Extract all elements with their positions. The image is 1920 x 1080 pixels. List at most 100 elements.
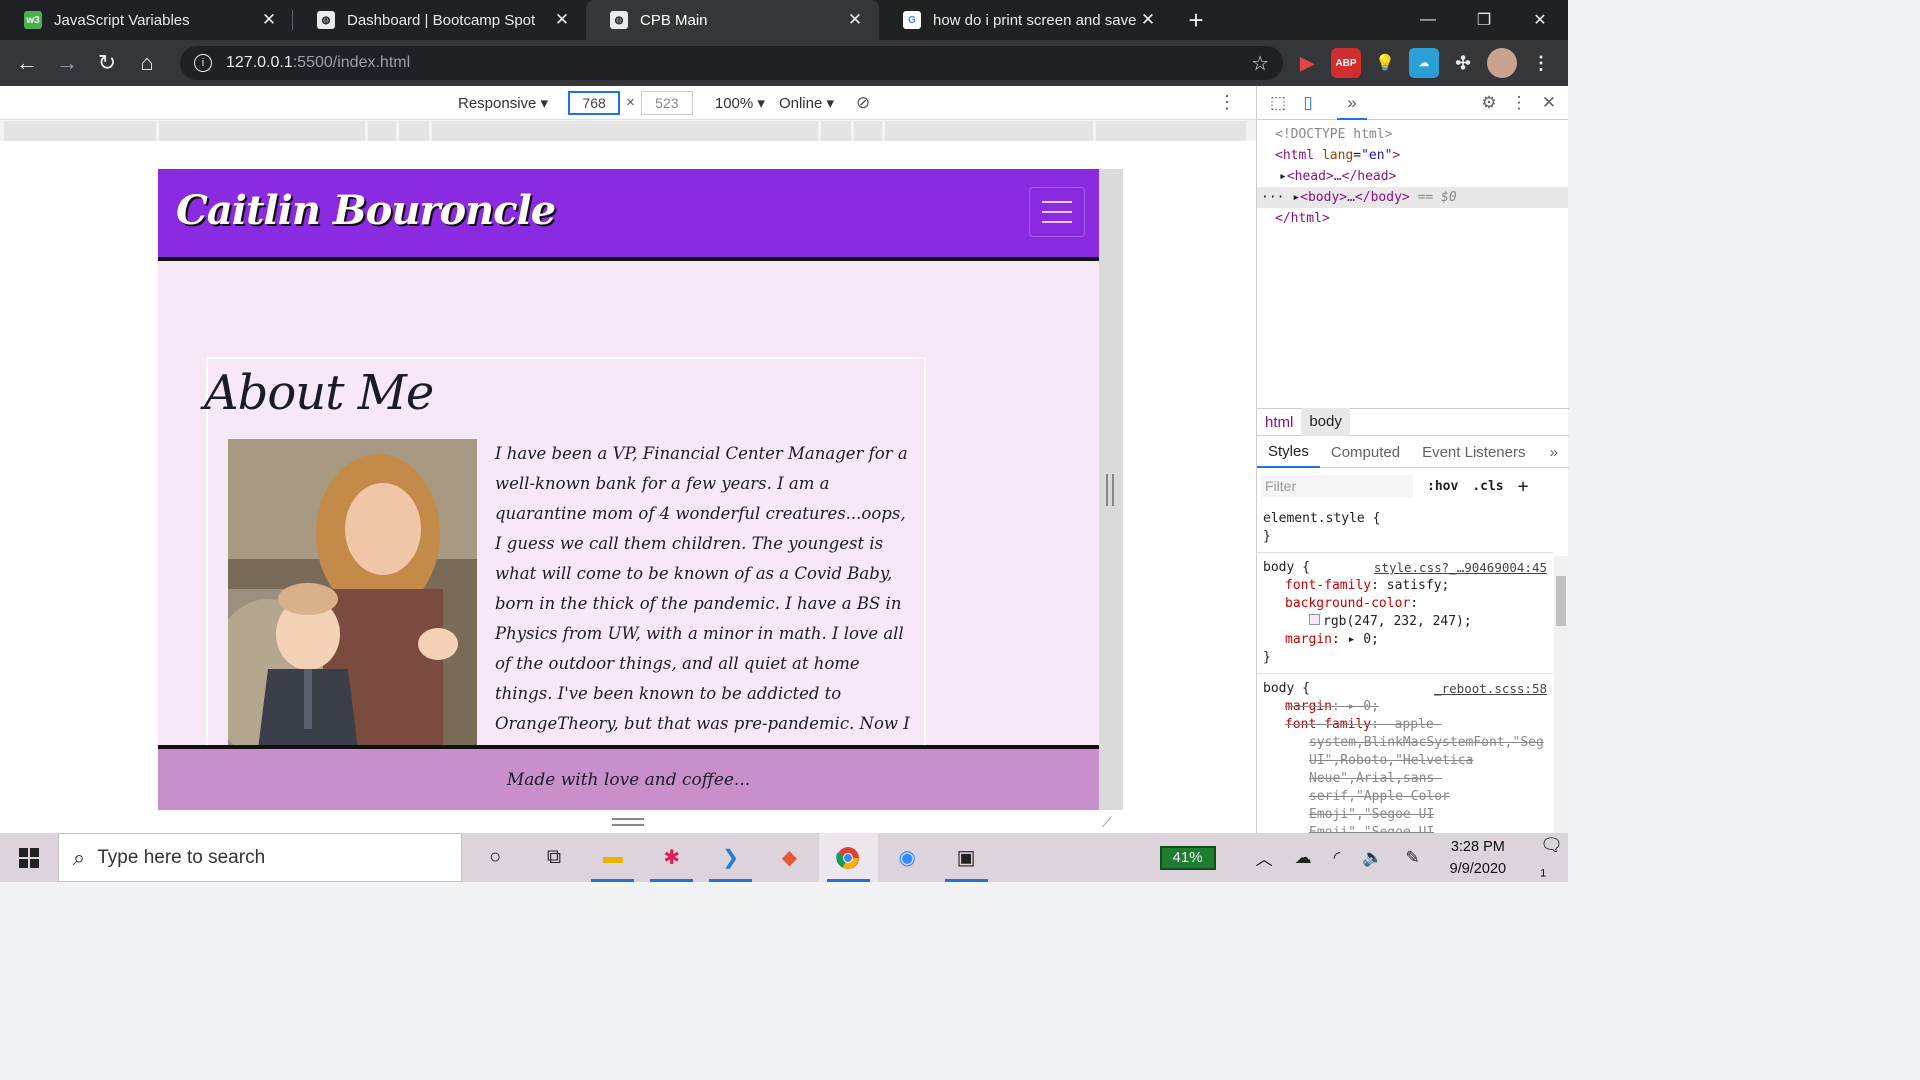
tab-title: Dashboard | Bootcamp Spot (347, 11, 536, 29)
devtools-menu-icon[interactable]: ⋮ (1504, 93, 1534, 113)
viewport-height-input[interactable]: 523 (640, 90, 693, 115)
inspect-element-icon[interactable]: ⬚ (1263, 93, 1293, 113)
close-window-icon[interactable]: ✕ (1512, 0, 1568, 40)
rotate-icon[interactable]: ⊘ (856, 93, 870, 113)
dom-head-node[interactable]: ▸<head>…</head> (1257, 166, 1568, 187)
styles-filter-row: Filter :hov .cls + (1261, 474, 1561, 498)
viewport-width-input[interactable]: 768 (568, 90, 621, 115)
breadcrumb-body[interactable]: body (1301, 408, 1350, 436)
site-info-icon[interactable]: i (194, 54, 212, 72)
element-style-rule[interactable]: element.style { } (1257, 504, 1553, 553)
device-mode-select[interactable]: Responsive ▾ (458, 94, 548, 112)
tab-computed[interactable]: Computed (1320, 444, 1411, 461)
style-source-link[interactable]: style.css?_…90469004:45 (1374, 559, 1547, 577)
corner-resize-icon[interactable]: ⟋ (1102, 814, 1112, 831)
close-tab-icon[interactable]: ✕ (552, 10, 572, 30)
taskbar-search-box[interactable]: ⌕ Type here to search (57, 833, 462, 882)
color-swatch[interactable] (1309, 614, 1320, 625)
tab-google-search[interactable]: G how do i print screen and save to ✕ (879, 0, 1172, 40)
home-icon[interactable]: ⌂ (128, 44, 166, 82)
restore-icon[interactable]: ❐ (1456, 0, 1512, 40)
globe-icon: ◍ (317, 11, 335, 29)
new-tab-icon[interactable]: + (1176, 0, 1216, 40)
volume-icon[interactable]: 🔈 (1362, 848, 1383, 868)
onedrive-cloud-icon[interactable]: ☁ (1295, 848, 1312, 868)
settings-gear-icon[interactable]: ⚙ (1474, 93, 1504, 113)
cortana-icon[interactable]: ○ (466, 833, 525, 882)
show-hidden-icons-chevron-icon[interactable]: ︿ (1256, 845, 1273, 870)
dom-html-close[interactable]: </html> (1257, 208, 1568, 229)
search-placeholder: Type here to search (97, 846, 266, 868)
tab-cpb-main[interactable]: ◍ CPB Main ✕ (586, 0, 879, 40)
windows-start-icon[interactable] (0, 833, 58, 882)
about-title: About Me (204, 365, 434, 421)
close-devtools-icon[interactable]: ✕ (1534, 93, 1564, 113)
more-panels-icon[interactable]: » (1337, 86, 1367, 120)
dom-body-node[interactable]: ··· ▸<body>…</body> == $0 (1257, 187, 1568, 208)
add-rule-icon[interactable]: + (1518, 476, 1529, 497)
wifi-icon[interactable]: ◜ (1334, 848, 1341, 868)
media-query-bar[interactable] (4, 121, 1254, 141)
reload-icon[interactable]: ↻ (88, 44, 126, 82)
search-icon: ⌕ (72, 844, 86, 870)
devtools-toolbar: ⬚ ▯ » ⚙ ⋮ ✕ (1257, 86, 1568, 120)
sourcetree-icon[interactable]: ◆ (760, 833, 819, 882)
tab-event-listeners[interactable]: Event Listeners (1411, 444, 1536, 461)
tab-styles[interactable]: Styles (1257, 438, 1320, 468)
styles-subtabs: Styles Computed Event Listeners » (1257, 438, 1569, 468)
tab-strip: w3 JavaScript Variables ✕ ◍ Dashboard | … (0, 0, 1568, 40)
cls-toggle[interactable]: .cls (1472, 479, 1503, 494)
slack-icon[interactable]: ✱ (642, 833, 701, 882)
globe-icon: ◍ (610, 11, 628, 29)
extensions-puzzle-icon[interactable]: ✣ (1448, 48, 1478, 78)
task-view-icon[interactable]: ⧉ (525, 833, 584, 882)
lightbulb-extension-icon[interactable]: 💡 (1370, 48, 1400, 78)
vscode-icon[interactable]: ❯ (701, 833, 760, 882)
close-tab-icon[interactable]: ✕ (259, 10, 279, 30)
profile-avatar[interactable] (1487, 48, 1517, 78)
network-throttle-select[interactable]: Online ▾ (779, 94, 834, 112)
zoom-select[interactable]: 100% ▾ (715, 94, 765, 112)
terminal-icon[interactable]: ▣ (937, 833, 996, 882)
device-toolbar: Responsive ▾ 768 × 523 100% ▾ Online ▾ ⊘… (0, 86, 1256, 120)
cloud-extension-icon[interactable]: ☁ (1409, 48, 1439, 78)
battery-indicator[interactable]: 41% (1159, 845, 1216, 870)
site-brand[interactable]: Caitlin Bouroncle (176, 187, 556, 234)
hamburger-menu-icon[interactable] (1029, 187, 1085, 237)
breadcrumb-html[interactable]: html (1257, 414, 1301, 431)
adblock-plus-icon[interactable]: ABP (1331, 48, 1361, 78)
reboot-rule-body[interactable]: body {_reboot.scss:58 margin: ▸ 0; font-… (1257, 674, 1553, 848)
hov-toggle[interactable]: :hov (1427, 479, 1458, 494)
styles-scrollbar[interactable] (1554, 556, 1568, 833)
site-navbar: Caitlin Bouroncle (158, 169, 1099, 261)
address-bar[interactable]: i 127.0.0.1:5500/index.html ☆ (180, 46, 1283, 80)
forward-icon[interactable]: → (48, 44, 86, 82)
system-clock[interactable]: 3:28 PM 9/9/2020 (1450, 836, 1506, 880)
video-extension-icon[interactable]: ▶ (1292, 48, 1322, 78)
minimize-icon[interactable]: — (1400, 0, 1456, 40)
google-icon: G (903, 11, 921, 29)
pen-icon[interactable]: ✎ (1405, 848, 1419, 868)
tab-bootcamp-spot[interactable]: ◍ Dashboard | Bootcamp Spot ✕ (293, 0, 586, 40)
file-explorer-icon[interactable]: ▬ (583, 833, 642, 882)
zoom-icon[interactable]: ◉ (878, 833, 937, 882)
clock-time: 3:28 PM (1450, 838, 1505, 855)
bottom-resize-handle[interactable] (612, 818, 644, 826)
bookmark-star-icon[interactable]: ☆ (1251, 51, 1269, 76)
right-resize-handle[interactable] (1106, 474, 1114, 506)
close-tab-icon[interactable]: ✕ (845, 10, 865, 30)
more-tabs-icon[interactable]: » (1539, 444, 1569, 461)
dom-doctype[interactable]: <!DOCTYPE html> (1257, 124, 1568, 145)
notification-center-icon[interactable]: 🗨1 (1540, 835, 1568, 880)
close-tab-icon[interactable]: ✕ (1138, 10, 1158, 30)
tab-javascript-variables[interactable]: w3 JavaScript Variables ✕ (0, 0, 293, 40)
reboot-source-link[interactable]: _reboot.scss:58 (1434, 680, 1547, 698)
style-rule-body[interactable]: body {style.css?_…90469004:45 font-famil… (1257, 553, 1553, 674)
back-icon[interactable]: ← (8, 44, 46, 82)
device-toolbar-menu-icon[interactable]: ⋮ (1218, 92, 1236, 113)
styles-filter-input[interactable]: Filter (1261, 475, 1413, 497)
chrome-icon[interactable] (818, 833, 878, 882)
chrome-menu-icon[interactable]: ⋮ (1526, 48, 1556, 78)
device-toggle-icon[interactable]: ▯ (1293, 93, 1323, 113)
dom-html-node[interactable]: <html lang="en"> (1257, 145, 1568, 166)
